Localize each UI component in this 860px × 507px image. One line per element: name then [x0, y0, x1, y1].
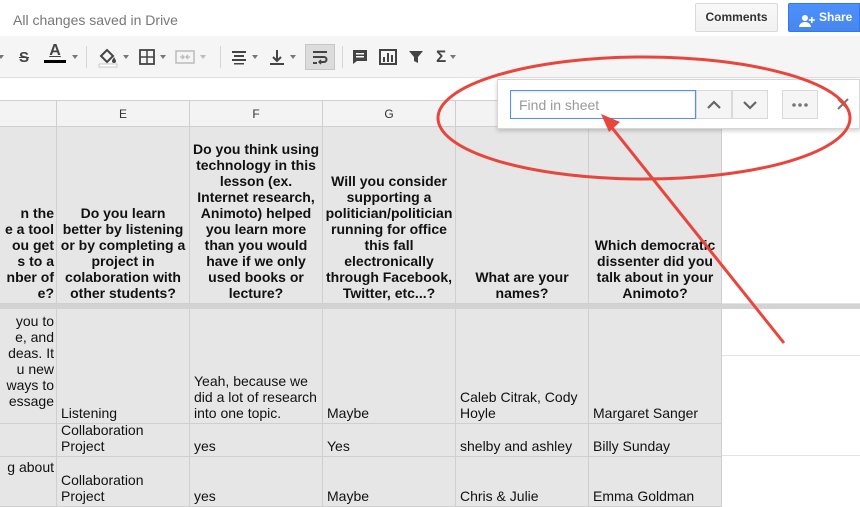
formatting-toolbar: S A Σ	[0, 36, 860, 78]
close-find-button[interactable]	[832, 92, 854, 116]
table-cell[interactable]: shelby and ashley	[456, 424, 589, 457]
text-wrap-icon[interactable]	[305, 44, 335, 70]
table-cell[interactable]: Maybe	[323, 457, 456, 507]
table-cell[interactable]: Yeah, because we did a lot of research i…	[190, 309, 323, 424]
table-cell[interactable]: yes	[190, 457, 323, 507]
header-cell-i[interactable]: Which democratic dissenter did you talk …	[589, 127, 722, 304]
header-cell-e[interactable]: Do you learn better by listening or by c…	[57, 127, 190, 304]
table-cell[interactable]: yes	[190, 424, 323, 457]
table-cell[interactable]: you to e, and deas. It u new ways to ess…	[0, 309, 57, 424]
column-header-f[interactable]: F	[190, 101, 323, 127]
insert-comment-icon[interactable]	[351, 44, 369, 70]
fill-color-icon[interactable]	[97, 44, 129, 70]
find-panel	[497, 79, 860, 129]
table-cell[interactable]: g about	[0, 457, 57, 507]
comments-button[interactable]: Comments	[695, 3, 778, 32]
find-next-button[interactable]	[732, 90, 768, 119]
close-icon	[837, 98, 849, 110]
find-in-sheet-input[interactable]	[510, 90, 696, 119]
toolbar-separator	[220, 46, 221, 68]
share-button[interactable]: Share	[788, 3, 860, 32]
text-color-icon[interactable]: A	[44, 42, 66, 72]
table-cell[interactable]: Chris & Julie	[456, 457, 589, 507]
toolbar-separator	[86, 46, 87, 68]
column-header-g[interactable]: G	[323, 101, 456, 127]
frozen-row-divider[interactable]	[0, 304, 860, 309]
table-cell[interactable]: Collaboration Project	[57, 424, 190, 457]
table-cell[interactable]: Caleb Citrak, Cody Hoyle	[456, 309, 589, 424]
horizontal-align-icon[interactable]	[230, 44, 258, 70]
filter-icon[interactable]	[407, 44, 425, 70]
column-header-d[interactable]	[0, 101, 57, 127]
caret-down-icon[interactable]	[0, 44, 4, 70]
save-status: All changes saved in Drive	[13, 12, 178, 28]
functions-icon[interactable]: Σ	[436, 44, 457, 70]
table-cell[interactable]: Billy Sunday	[589, 424, 722, 457]
table-cell[interactable]	[0, 424, 57, 457]
table-cell[interactable]: Listening	[57, 309, 190, 424]
person-add-icon	[799, 11, 815, 38]
share-label: Share	[819, 10, 853, 24]
merge-cells-icon[interactable]	[174, 44, 206, 70]
header-cell-h[interactable]: What are your names?	[456, 127, 589, 304]
header-cell-d[interactable]: n the e a tool ou get s to a nber of e?	[0, 127, 57, 304]
table-cell[interactable]: Emma Goldman	[589, 457, 722, 507]
insert-chart-icon[interactable]	[378, 44, 398, 70]
header-cell-g[interactable]: Will you consider supporting a politicia…	[323, 127, 456, 304]
more-options-icon	[792, 102, 808, 107]
chevron-up-icon	[707, 99, 721, 109]
find-options-button[interactable]	[782, 90, 818, 119]
strikethrough-icon[interactable]: S	[19, 44, 29, 70]
header-cell-f[interactable]: Do you think using technology in this le…	[190, 127, 323, 304]
gridline	[722, 355, 860, 356]
text-color-swatch	[44, 60, 66, 63]
gridline	[722, 455, 860, 456]
column-header-e[interactable]: E	[57, 101, 190, 127]
table-cell[interactable]: Yes	[323, 424, 456, 457]
borders-icon[interactable]	[138, 44, 166, 70]
toolbar-separator	[342, 46, 343, 68]
find-previous-button[interactable]	[696, 90, 732, 119]
table-cell[interactable]: Maybe	[323, 309, 456, 424]
text-color-caret[interactable]	[68, 44, 78, 70]
table-cell[interactable]: Margaret Sanger	[589, 309, 722, 424]
chevron-down-icon	[743, 100, 757, 110]
table-cell[interactable]: Collaboration Project	[57, 457, 190, 507]
vertical-align-icon[interactable]	[268, 44, 296, 70]
top-bar: All changes saved in Drive Comments Shar…	[0, 0, 860, 36]
